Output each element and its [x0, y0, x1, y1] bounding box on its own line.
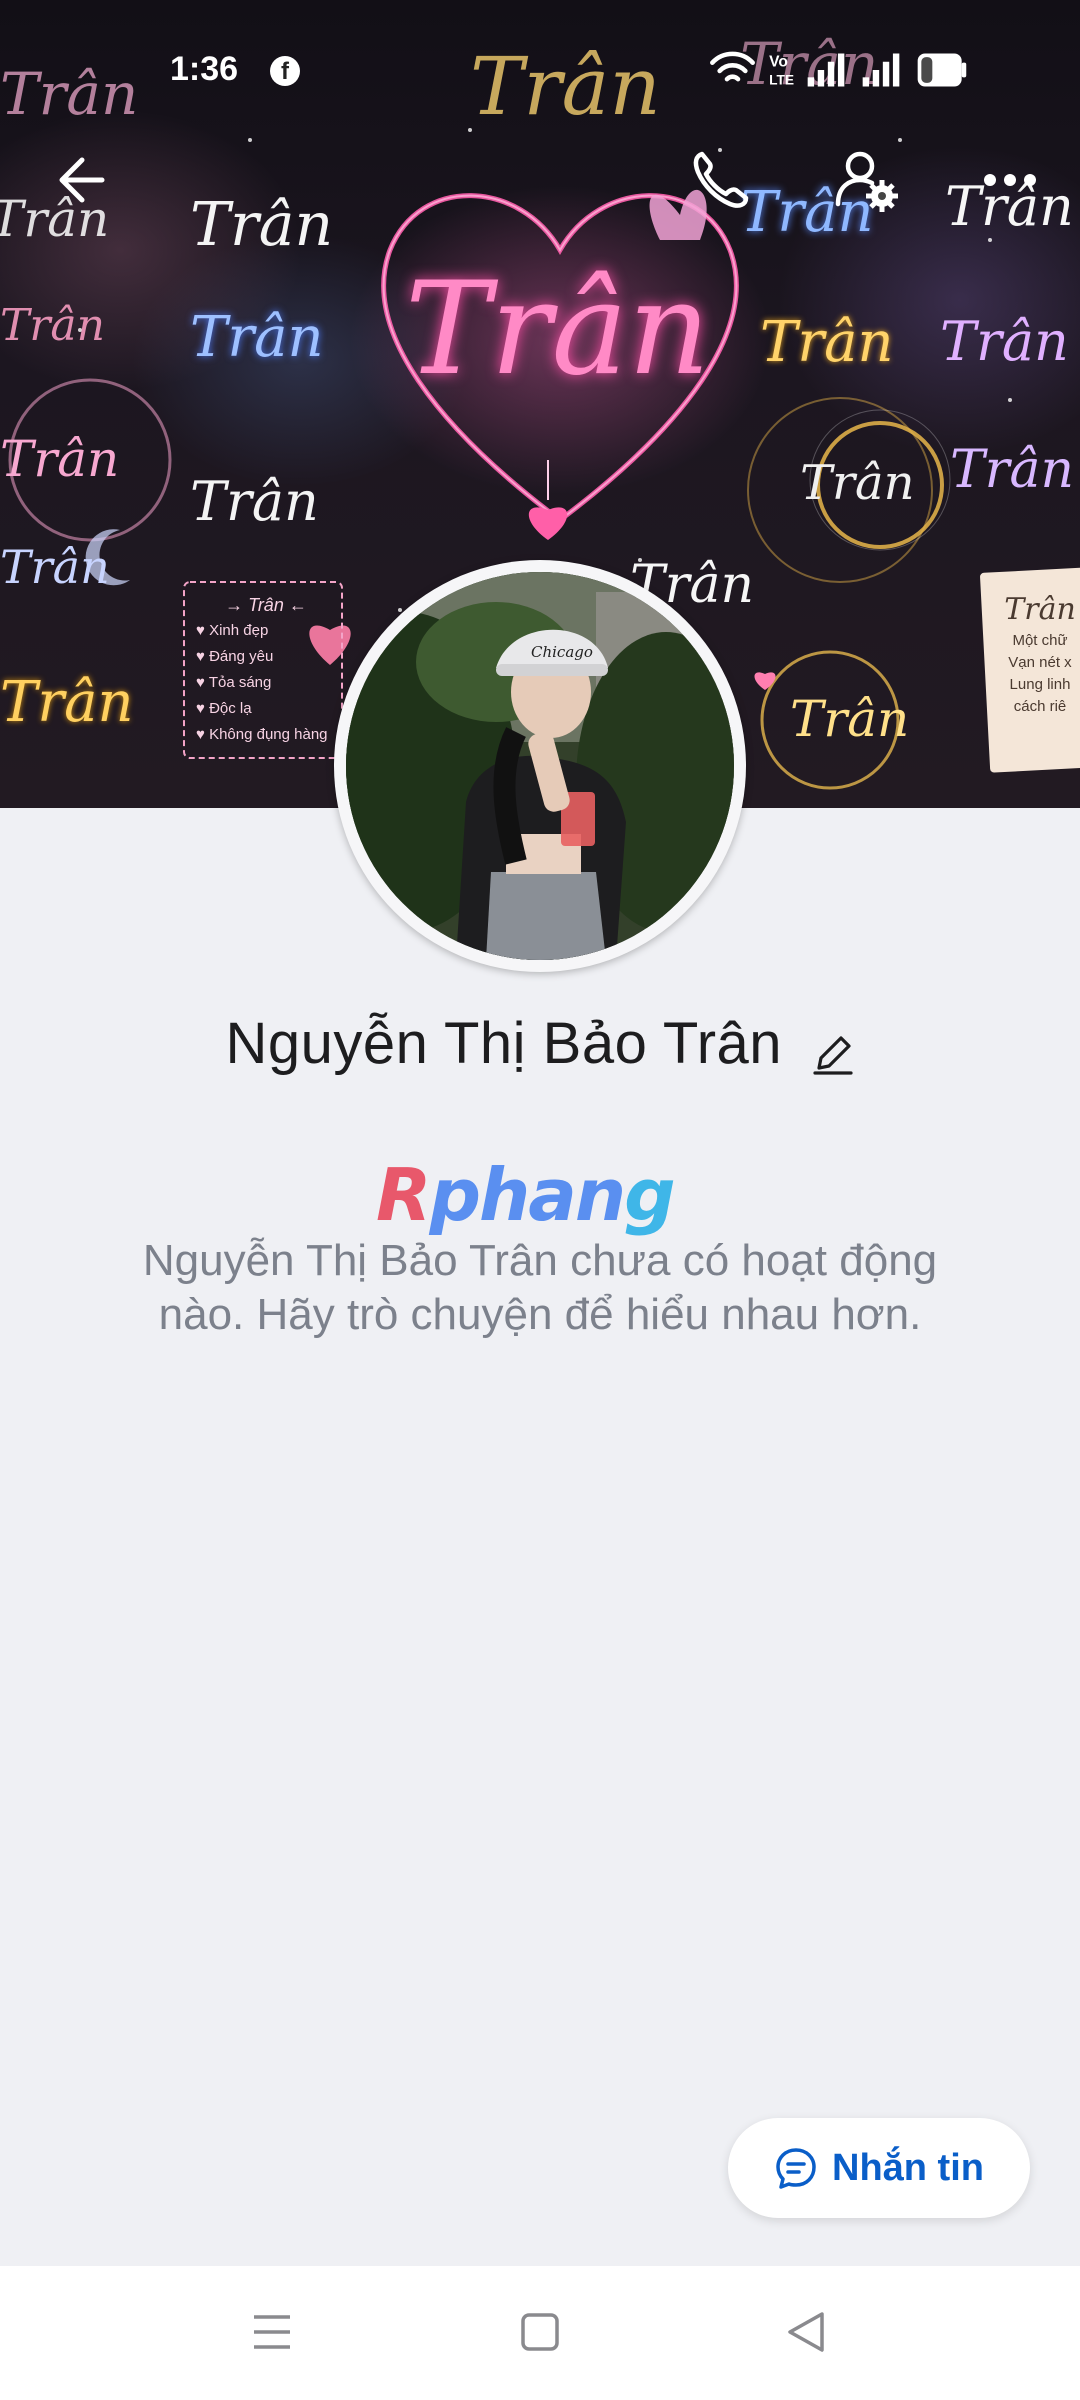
cover-script: Trân — [0, 430, 120, 488]
cover-script: Trân — [0, 540, 110, 594]
cover-script-main: Trân — [405, 255, 711, 404]
menu-icon[interactable] — [252, 2312, 292, 2352]
watermark-part: g — [624, 1153, 676, 1237]
volte-label: Vo — [769, 53, 788, 70]
cover-note-line: Lung linh — [1009, 676, 1071, 693]
cover-list-item: ♥ Đáng yêu — [196, 648, 274, 665]
more-horizontal-icon[interactable] — [980, 160, 1040, 200]
watermark-logo: Rphang — [376, 1155, 706, 1235]
cover-note-line: Vạn nét x — [1008, 654, 1072, 671]
cover-script: Trân — [940, 310, 1069, 373]
pencil-icon[interactable] — [811, 1032, 855, 1076]
cover-note-line: Một chữ — [1012, 632, 1068, 649]
profile-name: Nguyễn Thị Bảo Trân — [225, 1011, 783, 1076]
cover-note-line: cách riê — [1013, 698, 1067, 715]
cover-script: Trân — [190, 305, 324, 370]
cover-note-card: Trân Một chữ Vạn nét x Lung linh cách ri… — [1000, 590, 1080, 718]
cover-list-item: ♥ Tỏa sáng — [196, 674, 272, 691]
triangle-back-icon[interactable] — [784, 2310, 828, 2354]
cover-list-card: → Trân ← ♥ Xinh đẹp ♥ Đáng yêu ♥ Tỏa sán… — [196, 592, 336, 748]
cover-list-item: ♥ Độc lạ — [196, 700, 252, 717]
cover-note-title: Trân — [1004, 592, 1076, 627]
facebook-icon: f — [270, 56, 300, 86]
cover-script: Trân — [190, 470, 319, 533]
signal-icon — [807, 53, 845, 87]
cover-script: Trân — [0, 300, 105, 351]
svg-text:LTE: LTE — [769, 73, 794, 88]
square-home-icon[interactable] — [520, 2312, 560, 2352]
back-arrow-icon[interactable] — [52, 150, 112, 210]
watermark-part: phan — [429, 1153, 626, 1237]
system-status-icons: Vo LTE — [710, 51, 967, 88]
message-button-label: Nhắn tin — [832, 2146, 984, 2189]
message-button[interactable]: Nhắn tin — [728, 2118, 1030, 2218]
watermark-part: R — [376, 1153, 431, 1237]
status-bar: 1:36 f Vo LTE — [0, 0, 1080, 140]
avatar-photo: Chicago — [346, 572, 734, 960]
phone-icon[interactable] — [688, 148, 752, 212]
wifi-icon — [710, 51, 755, 82]
avatar-cap-text: Chicago — [531, 643, 593, 661]
chat-bubble-icon — [776, 2148, 816, 2189]
cover-script: Trân — [0, 670, 134, 735]
cover-list-title: → Trân ← — [225, 595, 307, 615]
cover-script: Trân — [190, 190, 334, 260]
cover-script: Trân — [800, 455, 915, 511]
profile-name-row: Nguyễn Thị Bảo Trân — [0, 1010, 1080, 1077]
cover-list-item: ♥ Không đụng hàng — [196, 726, 328, 743]
cover-script: Trân — [760, 310, 894, 375]
battery-icon — [917, 53, 967, 87]
cover-list-item: ♥ Xinh đẹp — [196, 622, 269, 639]
empty-activity-message: Nguyễn Thị Bảo Trân chưa có hoạt động nà… — [142, 1236, 938, 1339]
system-navigation-bar — [0, 2266, 1080, 2400]
status-time: 1:36 — [170, 50, 239, 88]
person-gear-icon[interactable] — [832, 146, 902, 216]
signal-icon — [862, 53, 900, 87]
cover-script: Trân — [790, 690, 910, 748]
avatar[interactable]: Chicago — [334, 560, 746, 972]
cover-script: Trân — [950, 440, 1075, 500]
